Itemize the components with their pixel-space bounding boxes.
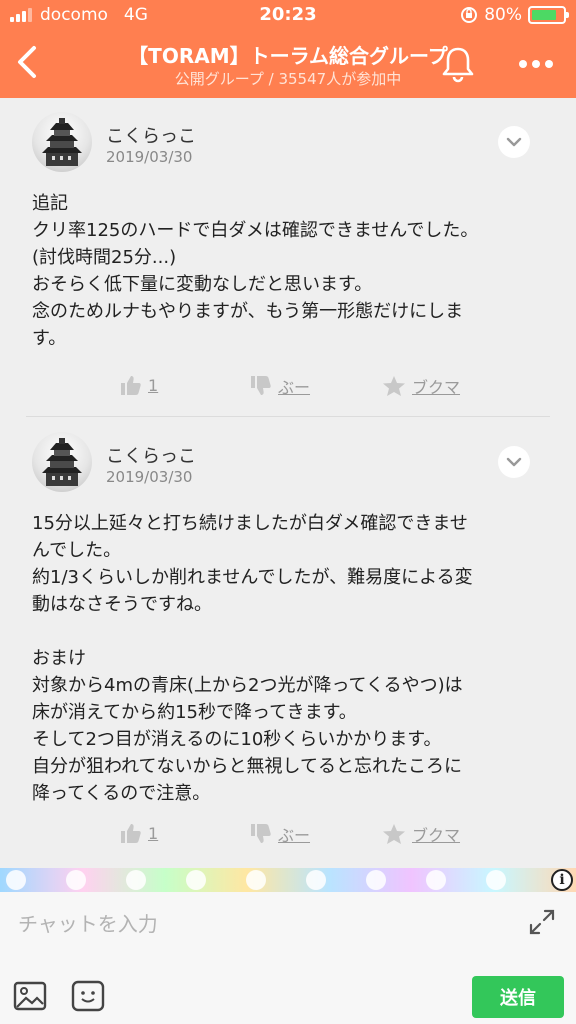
author-name[interactable]: こくらっこ [106, 122, 196, 148]
bookmark-label: ブクマ [412, 826, 461, 845]
post-line: んでした。 [32, 540, 122, 561]
star-icon [383, 824, 405, 844]
post-line: クリ率125のハードで白ダメは確認できませんでした。 [32, 220, 479, 241]
notification-bell-icon[interactable] [438, 42, 478, 86]
like-button[interactable]: 1 [120, 822, 158, 844]
post-date: 2019/03/30 [106, 148, 193, 166]
image-picker-icon[interactable] [12, 978, 48, 1014]
thumbs-down-icon [251, 376, 271, 395]
post-line: 追記 [32, 193, 68, 214]
castle-icon [42, 438, 82, 486]
thumbs-up-icon [121, 376, 141, 395]
status-bar: docomo 4G 20:23 80% [0, 0, 576, 30]
battery-icon [528, 6, 569, 24]
star-icon [383, 376, 405, 396]
chat-input[interactable] [18, 902, 498, 946]
bookmark-label: ブクマ [412, 378, 461, 397]
castle-icon [42, 118, 82, 166]
post-line: 15分以上延々と打ち続けましたが白ダメ確認できませ [32, 513, 468, 534]
post-line [32, 618, 542, 645]
post-card: こくらっこ 2019/03/30 追記 クリ率125のハードで白ダメは確認できま… [0, 98, 576, 418]
post-divider [26, 416, 550, 417]
post-body: 追記 クリ率125のハードで白ダメは確認できませんでした。 (討伐時間25分..… [32, 190, 542, 352]
post-actions: 1 ぶー ブクマ [0, 374, 576, 404]
more-options-button[interactable] [508, 44, 564, 84]
post-line: 念のためルナもやりますが、もう第一形態だけにしま [32, 301, 464, 322]
boo-button[interactable]: ぶー [250, 822, 310, 846]
post-menu-chevron[interactable] [498, 446, 530, 478]
thumbs-up-icon [121, 824, 141, 843]
like-count: 1 [148, 375, 159, 395]
boo-button[interactable]: ぶー [250, 374, 310, 398]
stamp-banner-strip[interactable]: i [0, 868, 576, 892]
post-line: 動はなさそうですね。 [32, 594, 212, 615]
chevron-down-icon [506, 457, 522, 467]
bookmark-button[interactable]: ブクマ [382, 822, 460, 846]
post-feed[interactable]: こくらっこ 2019/03/30 追記 クリ率125のハードで白ダメは確認できま… [0, 98, 576, 868]
bookmark-button[interactable]: ブクマ [382, 374, 460, 398]
avatar[interactable] [32, 432, 92, 492]
post-line: おまけ [32, 648, 86, 669]
post-actions: 1 ぶー ブクマ [0, 822, 576, 852]
author-name[interactable]: こくらっこ [106, 442, 196, 468]
back-icon[interactable] [8, 40, 48, 84]
group-header: 【TORAM】トーラム総合グループ 公開グループ / 35547人が参加中 [0, 30, 576, 98]
post-line: 降ってくるので注意。 [32, 783, 211, 804]
send-button[interactable]: 送信 [472, 976, 564, 1018]
post-line: す。 [32, 328, 67, 349]
post-line: そして2つ目が消えるのに10秒くらいかかります。 [32, 729, 442, 750]
post-date: 2019/03/30 [106, 468, 193, 486]
boo-label: ぶー [278, 378, 311, 397]
info-icon[interactable]: i [551, 869, 573, 891]
like-count: 1 [148, 823, 159, 843]
avatar[interactable] [32, 112, 92, 172]
boo-label: ぶー [278, 826, 311, 845]
expand-icon[interactable] [526, 906, 558, 938]
post-line: (討伐時間25分...) [32, 247, 177, 268]
post-menu-chevron[interactable] [498, 126, 530, 158]
like-button[interactable]: 1 [120, 374, 158, 396]
post-body: 15分以上延々と打ち続けましたが白ダメ確認できませ んでした。 約1/3くらいし… [32, 510, 542, 807]
post-line: 床が消えてから約15秒で降ってきます。 [32, 702, 357, 723]
post-line: 対象から4mの青床(上から2つ光が降ってくるやつ)は [32, 675, 463, 696]
chevron-down-icon [506, 137, 522, 147]
post-line: おそらく低下量に変動なしだと思います。 [32, 274, 373, 295]
post-line: 自分が狙われてないからと無視してると忘れたころに [32, 756, 463, 777]
post-line: 約1/3くらいしか削れませんでしたが、難易度による変 [32, 567, 473, 588]
orientation-lock-icon [461, 7, 478, 23]
thumbs-down-icon [251, 824, 271, 843]
sticker-icon[interactable] [70, 978, 106, 1014]
post-card: こくらっこ 2019/03/30 15分以上延々と打ち続けましたが白ダメ確認でき… [0, 418, 576, 868]
battery-percent: 80% [484, 5, 522, 25]
